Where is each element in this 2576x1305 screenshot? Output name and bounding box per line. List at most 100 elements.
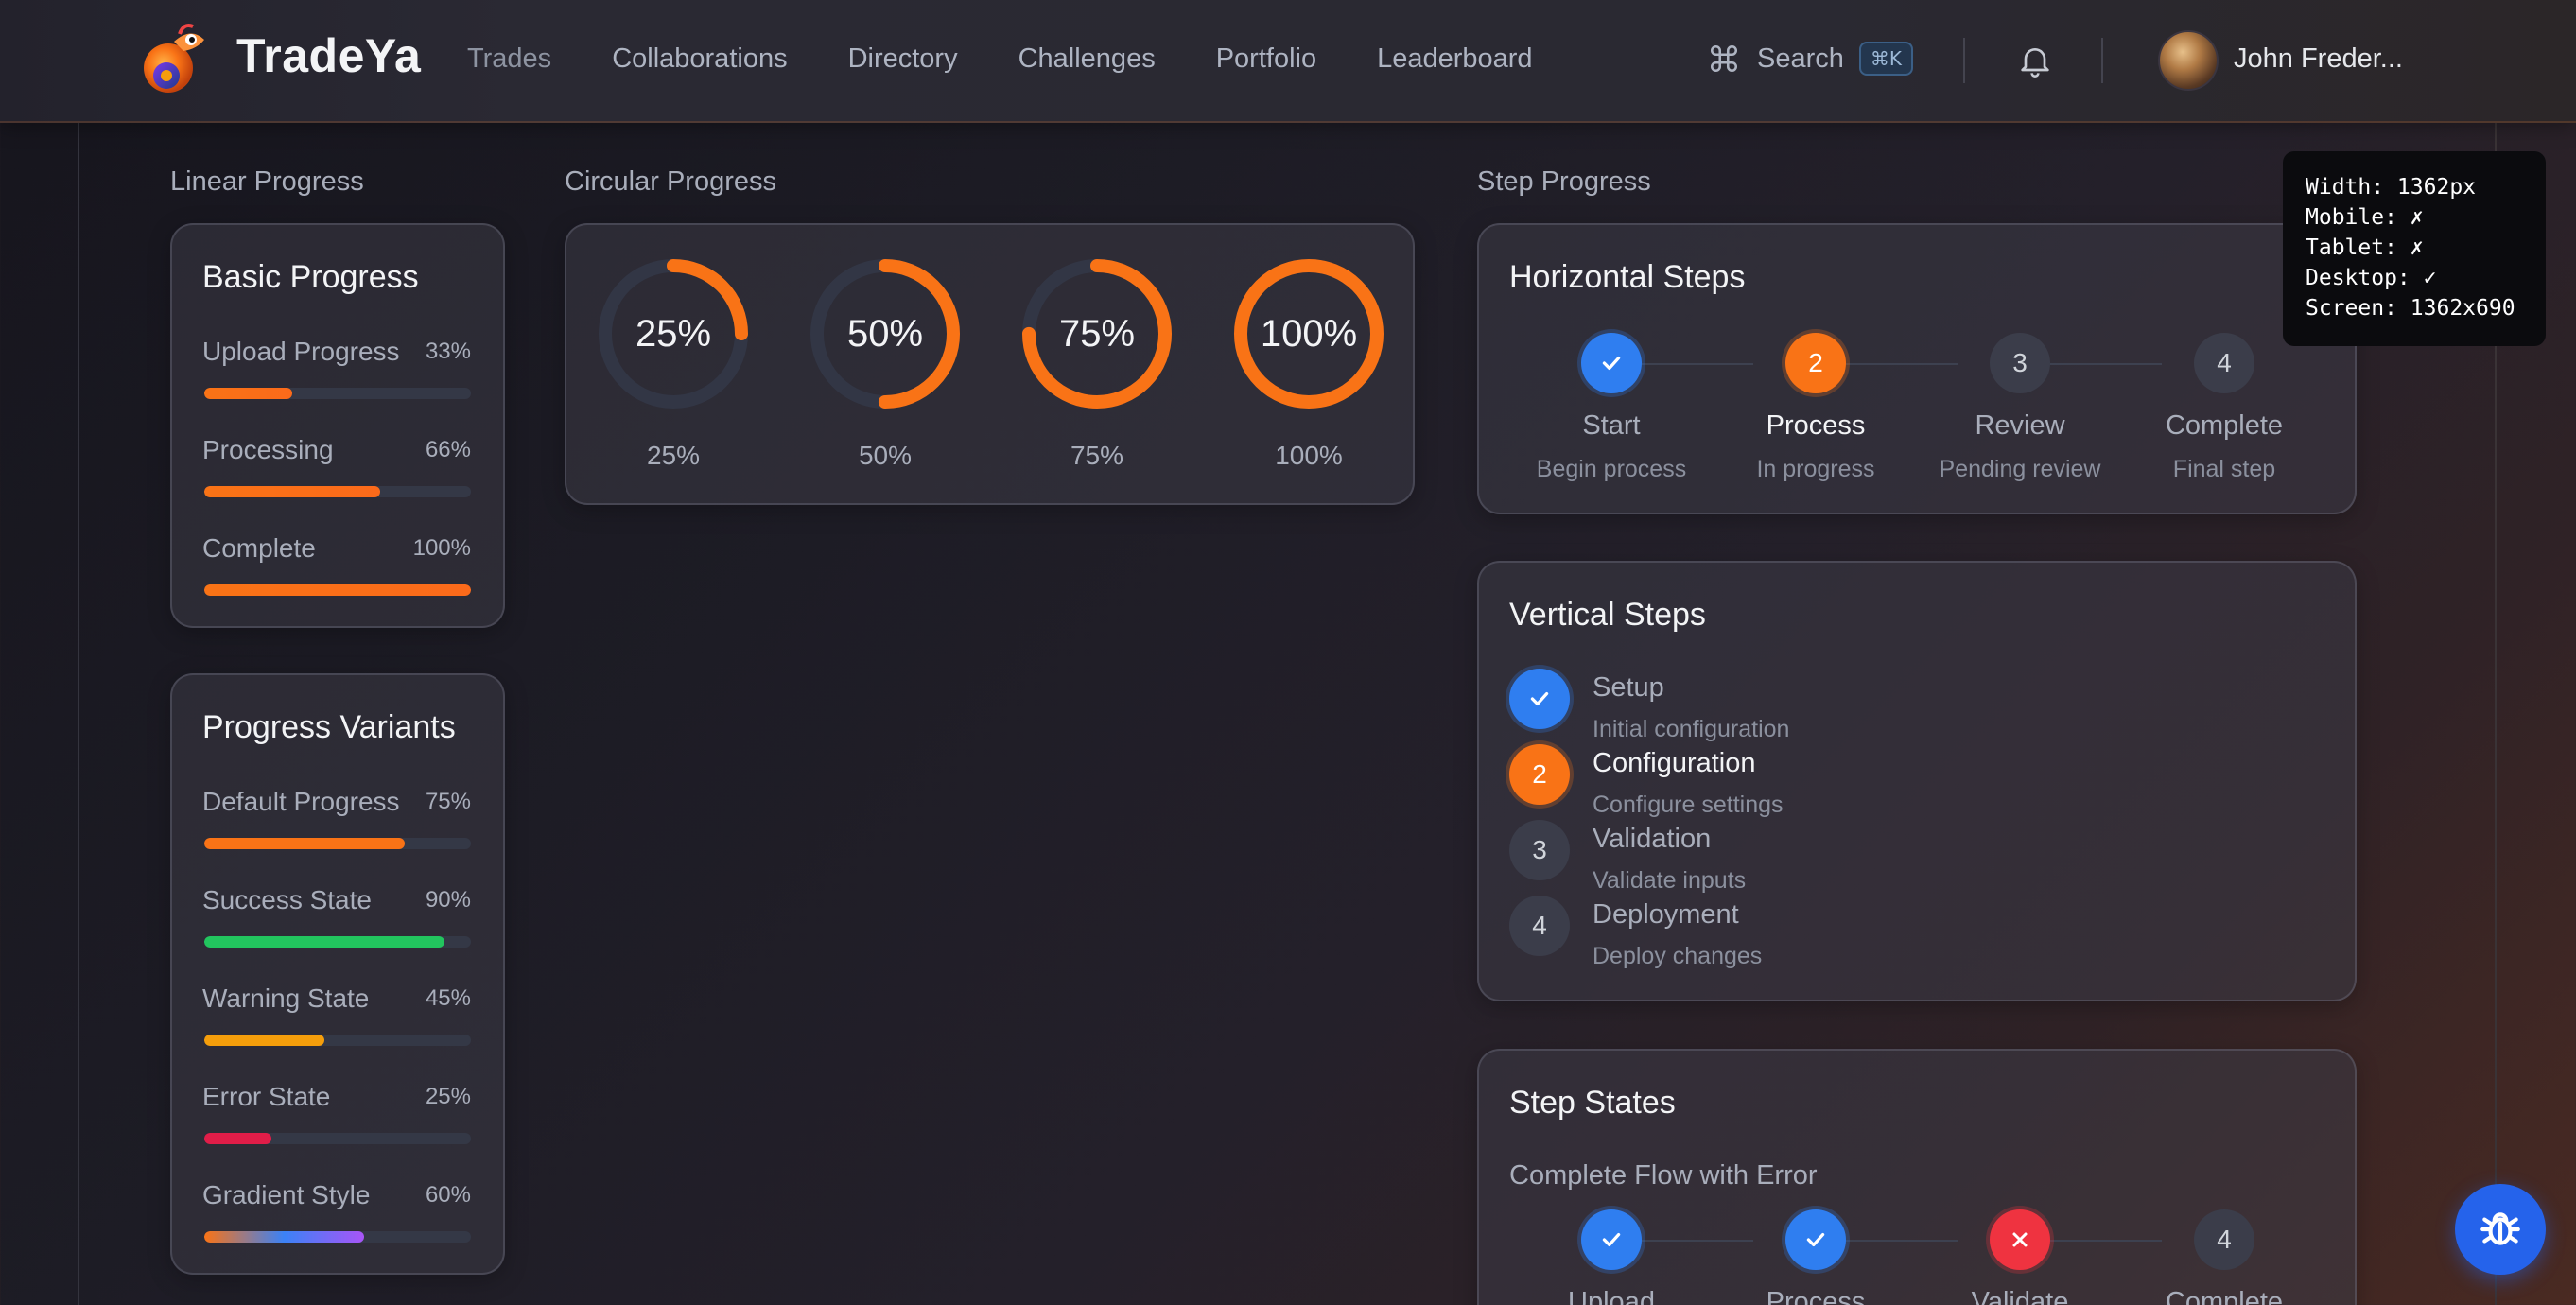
nav-challenges[interactable]: Challenges [1018,44,1156,75]
notification-bell-icon[interactable] [2016,42,2054,79]
ring-value: 100% [1260,312,1358,355]
main-nav: Trades Collaborations Directory Challeng… [467,44,1593,75]
progress-label: Error State [202,1082,331,1111]
progress-fill [204,486,381,497]
section-title-linear: Linear Progress [170,166,364,197]
user-avatar[interactable] [2158,30,2219,91]
command-icon [1710,44,1738,73]
progress-percent: 100% [412,535,471,561]
progress-percent: 60% [425,1182,471,1208]
ring-caption: 75% [1070,441,1124,470]
section-title-step: Step Progress [1477,166,1651,197]
step-4-circle[interactable]: 4 [2194,333,2254,393]
progress-fill [204,1133,271,1144]
ring-value: 50% [846,312,924,355]
step-desc: In progress [1756,456,1875,482]
vstep-2-circle[interactable]: 2 [1509,744,1570,805]
step-3-circle[interactable]: 3 [1990,333,2050,393]
progress-bar [204,584,471,596]
progress-bar [204,388,471,399]
progress-percent: 66% [425,437,471,462]
progress-bar [204,486,471,497]
header-divider [2101,38,2103,83]
progress-percent: 45% [425,985,471,1011]
nav-collaborations[interactable]: Collaborations [612,44,787,75]
chameleon-logo-icon[interactable] [136,21,214,98]
search-button[interactable]: Search ⌘K [1708,42,1914,76]
vstep-desc: Deploy changes [1593,943,1763,969]
vstep-desc: Validate inputs [1593,867,1747,894]
nav-portfolio[interactable]: Portfolio [1216,44,1316,75]
progress-fill [204,388,293,399]
step-name: Upload [1568,1287,1655,1305]
nav-leaderboard[interactable]: Leaderboard [1377,44,1532,75]
progress-variants-card: Progress Variants Default Progress 75% S… [170,673,505,1275]
progress-percent: 33% [425,339,471,364]
check-icon [1806,1232,1825,1247]
progress-bar-default [204,838,471,849]
step-name: Review [1975,410,2065,441]
progress-label: Gradient Style [202,1180,371,1209]
section-title-circular: Circular Progress [565,166,776,197]
step-states-subtitle: Complete Flow with Error [1509,1160,1818,1191]
state-step-1-circle[interactable] [1581,1209,1642,1270]
ring-caption: 25% [646,441,701,470]
circular-progress: 50% [805,253,966,414]
step-name: Process [1766,410,1866,441]
circular-progress-card: 25% 25% 50% 50% 75% 75% 100% 100% [565,223,1415,505]
vertical-steps-card: Vertical Steps Setup Initial configurati… [1477,561,2357,1001]
step-desc: Begin process [1536,456,1687,482]
vstep-3-circle[interactable]: 3 [1509,820,1570,880]
user-name[interactable]: John Freder... [2234,44,2403,75]
step-name: Process [1766,1287,1866,1305]
step-1-circle[interactable] [1581,333,1642,393]
horizontal-steps-card: Horizontal Steps 2 3 4 Start Process Rev… [1477,223,2357,514]
tooltip-line: Screen: 1362x690 [2306,296,2515,321]
search-shortcut-badge: ⌘K [1858,42,1914,76]
header-divider [1963,38,1965,83]
step-2-circle[interactable]: 2 [1785,333,1846,393]
debug-fab-button[interactable] [2455,1184,2546,1275]
step-name: Complete [2165,1287,2284,1305]
progress-label: Processing [202,435,334,464]
vstep-name: Configuration [1593,748,1756,778]
vstep-desc: Configure settings [1593,792,1784,818]
search-label: Search [1757,43,1844,74]
progress-bar-error [204,1133,471,1144]
progress-label: Success State [202,885,372,914]
vstep-name: Validation [1593,824,1712,854]
page-border-left [78,123,79,1305]
step-desc: Final step [2172,456,2276,482]
circular-progress: 100% [1228,253,1389,414]
progress-bar-warning [204,1035,471,1046]
check-icon [1602,356,1621,371]
card-title: Progress Variants [202,709,456,745]
step-name: Complete [2165,410,2284,441]
vstep-1-circle[interactable] [1509,669,1570,729]
card-title: Vertical Steps [1509,597,1706,633]
vstep-name: Deployment [1593,899,1739,930]
state-step-2-circle[interactable] [1785,1209,1846,1270]
ring-caption: 50% [858,441,913,470]
check-icon [1530,691,1549,706]
tooltip-line: Mobile: ✗ [2306,205,2424,230]
progress-label: Upload Progress [202,337,400,366]
step-desc: Pending review [1939,456,2101,482]
state-step-4-circle[interactable]: 4 [2194,1209,2254,1270]
progress-percent: 75% [425,789,471,814]
vstep-4-circle[interactable]: 4 [1509,896,1570,956]
vstep-desc: Initial configuration [1593,716,1790,742]
check-icon [1602,1232,1621,1247]
vstep-name: Setup [1593,672,1664,703]
brand-name[interactable]: TradeYa [236,28,421,83]
progress-bar-gradient [204,1231,471,1243]
nav-directory[interactable]: Directory [848,44,958,75]
top-navbar: TradeYa Trades Collaborations Directory … [0,0,2576,123]
card-title: Step States [1509,1085,1676,1121]
nav-trades[interactable]: Trades [467,44,551,75]
state-step-3-circle[interactable] [1990,1209,2050,1270]
progress-fill [204,1231,365,1243]
progress-bar-success [204,936,471,948]
progress-fill [204,1035,324,1046]
progress-label: Warning State [202,983,370,1013]
